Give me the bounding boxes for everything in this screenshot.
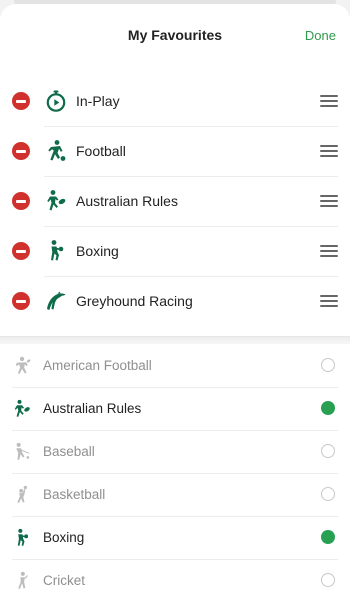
header: My Favourites Done	[0, 4, 350, 68]
sport-label: Cricket	[43, 573, 86, 588]
favourite-label: Boxing	[76, 243, 119, 259]
sport-label: Boxing	[43, 530, 85, 545]
section-divider	[0, 336, 350, 344]
sport-label: Baseball	[43, 444, 95, 459]
sport-item-australian-rules[interactable]: Australian Rules	[0, 387, 350, 430]
remove-favourite-button[interactable]	[12, 192, 30, 210]
select-radio[interactable]	[321, 444, 335, 458]
sport-label: American Football	[43, 358, 152, 373]
stopwatch-icon	[46, 90, 66, 112]
select-radio[interactable]	[321, 487, 335, 501]
drag-handle[interactable]	[320, 245, 338, 257]
select-radio[interactable]	[321, 573, 335, 587]
basketball-player-icon	[17, 485, 27, 503]
favourite-label: Greyhound Racing	[76, 293, 193, 309]
remove-favourite-button[interactable]	[12, 242, 30, 260]
cricket-player-icon	[18, 571, 28, 589]
favourite-label: Football	[76, 143, 126, 159]
sport-item-boxing[interactable]: Boxing	[0, 516, 350, 559]
australian-rules-player-icon	[14, 399, 30, 417]
australian-rules-player-icon	[47, 190, 66, 211]
drag-handle[interactable]	[320, 95, 338, 107]
select-radio[interactable]	[321, 401, 335, 415]
favourite-item-boxing: Boxing	[0, 226, 350, 276]
page-title: My Favourites	[127, 27, 223, 43]
drag-handle[interactable]	[320, 145, 338, 157]
done-button[interactable]: Done	[305, 28, 336, 43]
sport-item-american-football[interactable]: American Football	[0, 344, 350, 387]
favourite-item-football: Football	[0, 126, 350, 176]
favourite-label: Australian Rules	[76, 193, 178, 209]
american-football-player-icon	[15, 356, 31, 374]
remove-favourite-button[interactable]	[12, 292, 30, 310]
drag-handle[interactable]	[320, 195, 338, 207]
baseball-player-icon	[16, 442, 30, 460]
football-player-icon	[48, 140, 66, 161]
favourite-item-greyhound-racing: Greyhound Racing	[0, 276, 350, 326]
sport-label: Australian Rules	[43, 401, 142, 416]
remove-favourite-button[interactable]	[12, 92, 30, 110]
drag-handle[interactable]	[320, 295, 338, 307]
sport-item-basketball[interactable]: Basketball	[0, 473, 350, 516]
boxer-icon	[51, 240, 64, 261]
sport-label: Basketball	[43, 487, 106, 502]
favourite-item-australian-rules: Australian Rules	[0, 176, 350, 226]
greyhound-icon	[47, 291, 66, 310]
favourite-item-in-play: In-Play	[0, 76, 350, 126]
select-radio[interactable]	[321, 358, 335, 372]
sport-item-cricket[interactable]: Cricket	[0, 559, 350, 600]
favourite-label: In-Play	[76, 93, 120, 109]
boxer-icon	[17, 528, 29, 546]
select-radio[interactable]	[321, 530, 335, 544]
all-sports-list: American Football Australian Rules Baseb…	[0, 344, 350, 600]
sport-item-baseball[interactable]: Baseball	[0, 430, 350, 473]
favourites-sheet: My Favourites Done In-Play Football Aust…	[0, 4, 350, 600]
remove-favourite-button[interactable]	[12, 142, 30, 160]
favourites-list: In-Play Football Australian Rules Boxing…	[0, 76, 350, 326]
